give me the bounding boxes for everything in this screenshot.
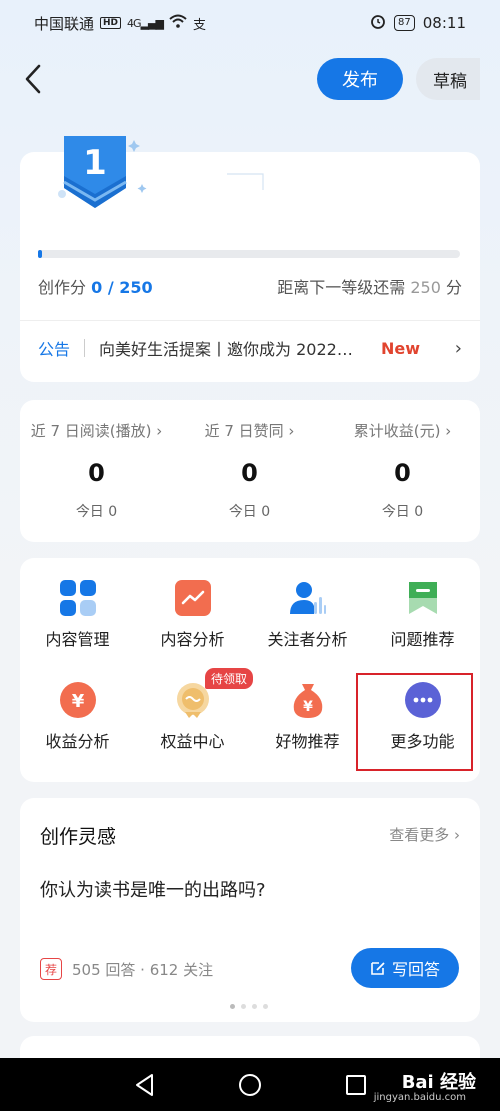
chevron-right-icon: › (454, 337, 462, 359)
grid-item-question-recommend[interactable]: 问题推荐 (365, 558, 480, 658)
grid-label: 问题推荐 (390, 630, 455, 649)
recommend-tag: 荐 (40, 958, 62, 980)
grid-label: 收益分析 (45, 732, 110, 751)
wifi-icon (169, 14, 187, 32)
alarm-icon (370, 13, 386, 33)
notice-tag: 公告 (38, 340, 71, 359)
draft-button[interactable]: 草稿 (416, 58, 480, 100)
money-bag-icon: ¥ (290, 682, 326, 718)
stat-today: 今日 0 (381, 504, 424, 520)
watermark-brand: Bai 经验 (401, 1072, 476, 1093)
stat-likes[interactable]: 近 7 日赞同 › 0 今日 0 (173, 420, 326, 521)
top-bar: 发布 草稿 (0, 52, 500, 106)
score-value: 0 / 250 (91, 278, 153, 297)
bookmark-icon (405, 580, 441, 616)
stat-label: 近 7 日赞同 › (204, 422, 295, 440)
user-chart-icon (289, 580, 326, 616)
decoration-line (227, 173, 264, 190)
trend-chart-icon (174, 580, 211, 616)
view-more-link[interactable]: 查看更多 › (389, 824, 460, 845)
nav-recents-button[interactable] (343, 1072, 369, 1098)
stats-card: 近 7 日阅读(播放) › 0 今日 0 近 7 日赞同 › 0 今日 0 累计… (20, 400, 480, 542)
level-progress-fill (38, 250, 43, 258)
grid-item-follower-analysis[interactable]: 关注者分析 (250, 558, 365, 658)
next-level-text: 距离下一等级还需 (277, 278, 406, 297)
notice-row[interactable]: 公告 向美好生活提案丨邀你成为 2022… New › (38, 336, 462, 360)
chevron-left-icon (25, 64, 41, 94)
carousel-dot (241, 1004, 246, 1009)
inspiration-card: 创作灵感 查看更多 › 你认为读书是唯一的出路吗? 荐 505 回答 · 612… (20, 798, 480, 1022)
square-recents-icon (346, 1075, 366, 1095)
grid-item-goods-recommend[interactable]: ¥ 好物推荐 (250, 660, 365, 760)
grid-label: 权益中心 (160, 732, 225, 751)
stat-value: 0 (88, 459, 105, 487)
new-badge: New (381, 338, 421, 358)
function-grid-card: 内容管理 内容分析 关注者分析 问题推荐 ¥ 收益分析 权益中心 ¥ 好物推荐 (20, 558, 480, 782)
back-button[interactable] (18, 62, 48, 96)
stat-reads[interactable]: 近 7 日阅读(播放) › 0 今日 0 (20, 420, 173, 521)
stat-label: 近 7 日阅读(播放) › (30, 422, 163, 440)
navigation-bar: Bai 经验 jingyan.baidu.com (0, 1058, 500, 1111)
grid-label: 内容管理 (45, 630, 110, 649)
pending-badge: 待领取 (205, 668, 254, 689)
grid-icon (59, 580, 96, 616)
level-card: 1 创作分 0 / 250 距离下一等级还需 250 分 公告 向美好生活提案丨… (20, 136, 480, 382)
payment-icon: 支 (192, 17, 206, 33)
svg-text:¥: ¥ (303, 699, 313, 715)
signal-label: 4G (127, 16, 141, 30)
inspiration-question[interactable]: 你认为读书是唯一的出路吗? (40, 876, 266, 902)
stat-today: 今日 0 (75, 504, 118, 520)
level-number: 1 (83, 143, 107, 183)
notice-separator (84, 339, 86, 357)
status-bar: 中国联通 HD 4G▂▄▆ 支 87 08:11 (0, 0, 500, 46)
next-level-points: 250 (410, 278, 441, 297)
grid-item-content-analysis[interactable]: 内容分析 (135, 558, 250, 658)
grid-item-content-management[interactable]: 内容管理 (20, 558, 135, 658)
nav-home-button[interactable] (237, 1072, 263, 1098)
score-label: 创作分 (38, 278, 87, 297)
grid-label: 内容分析 (160, 630, 225, 649)
triangle-back-icon (136, 1074, 153, 1096)
question-meta: 505 回答 · 612 关注 (72, 961, 214, 979)
grid-item-earnings-analysis[interactable]: ¥ 收益分析 (20, 660, 135, 760)
write-answer-label: 写回答 (391, 960, 440, 979)
carrier-label: 中国联通 (34, 14, 95, 33)
stat-value: 0 (394, 459, 411, 487)
clock-time: 08:11 (422, 14, 466, 32)
hd-badge: HD (100, 17, 122, 29)
level-shield-icon: 1 (58, 136, 147, 208)
nav-back-button[interactable] (132, 1072, 158, 1098)
yuan-icon: ¥ (59, 682, 96, 718)
carousel-dot (263, 1004, 268, 1009)
write-answer-button[interactable]: 写回答 (351, 948, 459, 988)
next-level-unit: 分 (445, 278, 462, 297)
level-badge: 1 (50, 132, 160, 222)
stat-value: 0 (241, 459, 258, 487)
level-progress-bar (38, 250, 460, 258)
battery-icon: 87 (394, 15, 415, 31)
carousel-dots (230, 1004, 268, 1009)
watermark-url: jingyan.baidu.com (373, 1092, 466, 1103)
divider (20, 320, 480, 321)
signal-icon: 4G▂▄▆ (127, 16, 164, 30)
notice-text: 向美好生活提案丨邀你成为 2022… (99, 340, 353, 359)
carousel-dot (230, 1004, 235, 1009)
edit-icon (371, 962, 385, 975)
grid-label: 关注者分析 (267, 630, 348, 649)
stat-label: 累计收益(元) › (353, 422, 452, 440)
grid-label: 好物推荐 (275, 732, 340, 751)
stat-earnings[interactable]: 累计收益(元) › 0 今日 0 (326, 420, 479, 521)
publish-button[interactable]: 发布 (317, 58, 403, 100)
highlight-box (356, 673, 473, 771)
svg-text:¥: ¥ (71, 691, 84, 712)
carousel-dot (252, 1004, 257, 1009)
inspiration-title: 创作灵感 (40, 826, 117, 848)
stat-today: 今日 0 (228, 504, 271, 520)
circle-home-icon (239, 1074, 261, 1096)
